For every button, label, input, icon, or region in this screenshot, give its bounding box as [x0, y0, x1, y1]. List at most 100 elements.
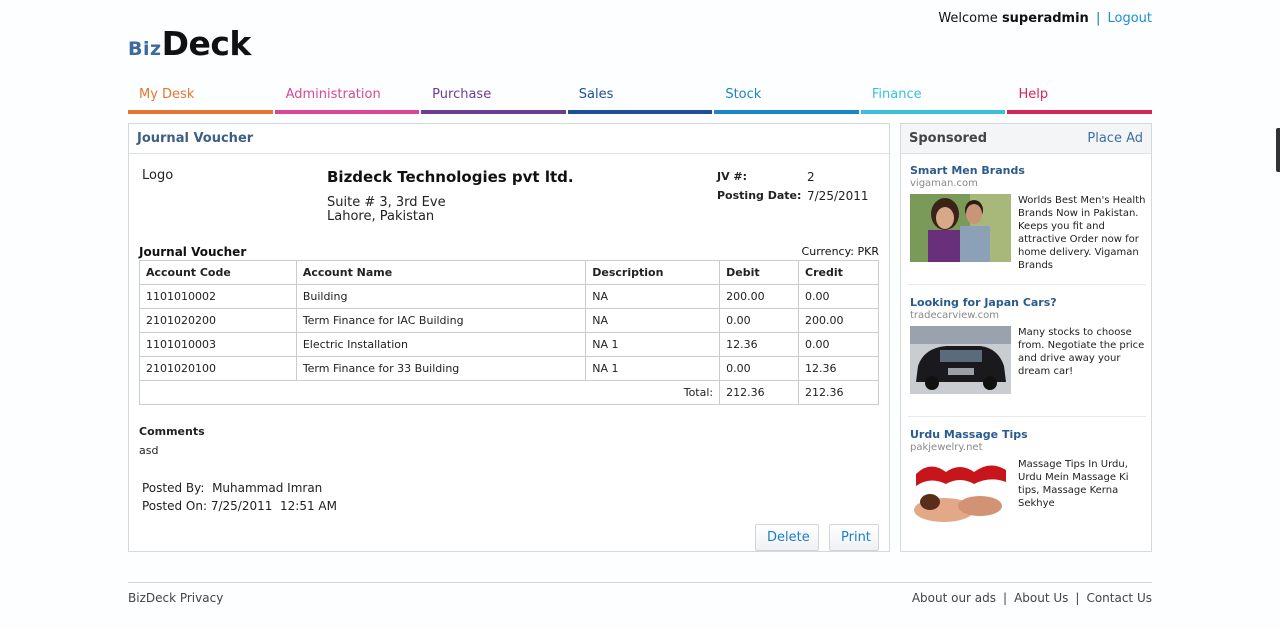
jv-number-label: JV #:: [717, 170, 748, 183]
nav-label: My Desk: [139, 87, 195, 102]
company-logo-placeholder: Logo: [142, 168, 174, 183]
separator: |: [1095, 11, 1101, 26]
nav-tab-stock[interactable]: Stock: [714, 84, 859, 114]
sponsored-header: Sponsored Place Ad: [901, 124, 1151, 154]
nav-tab-sales[interactable]: Sales: [567, 84, 713, 114]
posted-by-value: Muhammad Imran: [212, 481, 323, 495]
debit-cell: 200.00: [719, 284, 800, 309]
total-credit: 212.36: [798, 380, 879, 405]
logout-link[interactable]: Logout: [1107, 11, 1152, 26]
credit-cell: 200.00: [798, 308, 879, 333]
about-us-link[interactable]: About Us: [1014, 591, 1068, 605]
print-button[interactable]: Print: [829, 524, 879, 551]
section-title: Journal Voucher: [139, 245, 247, 259]
account-name-cell: Building: [295, 284, 587, 309]
ad-title[interactable]: Smart Men Brands: [910, 164, 1146, 177]
posted-on-value: 7/25/2011 12:51 AM: [210, 499, 337, 513]
nav-label: Sales: [578, 87, 614, 102]
account-code-cell: 1101010002: [139, 284, 297, 309]
bizdeck-logo[interactable]: BizDeck: [128, 24, 251, 63]
table-row: 1101010002 Building NA 200.00 0.00: [139, 284, 879, 309]
ad-domain: pakjewelry.net: [910, 442, 983, 453]
account-code-cell: 2101020200: [139, 308, 297, 333]
footer-separator: |: [1075, 591, 1080, 605]
nav-underline: [274, 110, 420, 114]
welcome-text: Welcome: [938, 11, 998, 26]
contact-us-link[interactable]: Contact Us: [1086, 591, 1152, 605]
nav-label: Help: [1018, 87, 1049, 102]
nav-tab-my-desk[interactable]: My Desk: [128, 84, 273, 114]
description-cell: NA: [585, 308, 721, 333]
currency-label: Currency: PKR: [801, 245, 879, 258]
debit-cell: 0.00: [719, 308, 800, 333]
place-ad-link[interactable]: Place Ad: [1087, 131, 1143, 153]
table-row: 2101020200 Term Finance for IAC Building…: [139, 308, 879, 333]
column-header: Description: [585, 260, 721, 285]
nav-label: Stock: [725, 87, 762, 102]
sponsored-title: Sponsored: [909, 131, 988, 146]
description-cell: NA 1: [585, 356, 721, 381]
posted-on-label: Posted On:: [142, 499, 208, 513]
posting-date-label: Posting Date:: [717, 189, 802, 202]
logo-biz: Biz: [128, 38, 162, 60]
username: superadmin: [1001, 11, 1089, 26]
ad-item[interactable]: Looking for Japan Cars? tradecarview.com…: [910, 296, 1146, 394]
comments-value: asd: [139, 444, 159, 457]
nav-underline: [714, 110, 859, 114]
total-row: Total: 212.36 212.36: [138, 380, 879, 405]
column-header: Account Code: [139, 260, 297, 285]
ad-domain: tradecarview.com: [910, 310, 1000, 321]
about-ads-link[interactable]: About our ads: [912, 591, 996, 605]
journal-table: Account Code Account Name Description De…: [138, 260, 879, 405]
credit-cell: 0.00: [798, 284, 879, 309]
delete-button[interactable]: Delete: [755, 524, 819, 551]
nav-tab-help[interactable]: Help: [1007, 84, 1153, 114]
account-name-cell: Term Finance for 33 Building: [295, 356, 587, 381]
nav-underline: [567, 110, 713, 114]
nav-underline: [421, 110, 566, 114]
column-header: Account Name: [295, 260, 587, 285]
total-label: Total:: [138, 380, 721, 405]
company-address-line2: Lahore, Pakistan: [327, 209, 435, 224]
ad-title[interactable]: Looking for Japan Cars?: [910, 296, 1146, 309]
user-greeting: Welcome superadmin | Logout: [938, 11, 1152, 26]
nav-underline: [860, 110, 1006, 114]
ad-item[interactable]: Smart Men Brands vigaman.com Worlds Best…: [910, 164, 1146, 272]
nav-tab-administration[interactable]: Administration: [274, 84, 420, 114]
footer-links: About our ads | About Us | Contact Us: [912, 591, 1152, 605]
description-cell: NA 1: [585, 332, 721, 357]
table-row: 2101020100 Term Finance for 33 Building …: [139, 356, 879, 381]
credit-cell: 12.36: [798, 356, 879, 381]
ad-item[interactable]: Urdu Massage Tips pakjewelry.net Massage…: [910, 428, 1146, 526]
ad-text: Many stocks to choose from. Negotiate th…: [1018, 327, 1145, 377]
main-nav: My Desk Administration Purchase Sales St…: [128, 84, 1153, 114]
nav-label: Finance: [871, 87, 922, 102]
scrollbar-handle[interactable]: [1276, 128, 1280, 172]
nav-label: Purchase: [432, 87, 492, 102]
debit-cell: 12.36: [719, 332, 800, 357]
ad-domain: vigaman.com: [910, 178, 978, 189]
ad-image-car[interactable]: [910, 326, 1011, 394]
account-name-cell: Term Finance for IAC Building: [295, 308, 587, 333]
company-address-line1: Suite # 3, 3rd Eve: [327, 195, 446, 210]
ad-title[interactable]: Urdu Massage Tips: [910, 428, 1146, 441]
footer-privacy-link[interactable]: BizDeck Privacy: [128, 591, 223, 605]
ad-image-couple[interactable]: [910, 194, 1011, 262]
nav-tab-finance[interactable]: Finance: [860, 84, 1006, 114]
jv-number-value: 2: [807, 170, 815, 184]
total-debit: 212.36: [719, 380, 800, 405]
account-code-cell: 2101020100: [139, 356, 297, 381]
ad-text: Worlds Best Men's Health Brands Now in P…: [1018, 195, 1146, 271]
nav-tab-purchase[interactable]: Purchase: [421, 84, 566, 114]
logo-deck: Deck: [161, 24, 252, 63]
description-cell: NA: [585, 284, 721, 309]
table-row: 1101010003 Electric Installation NA 1 12…: [139, 332, 879, 357]
footer-separator: |: [1003, 591, 1008, 605]
footer-divider: [128, 582, 1152, 583]
company-name: Bizdeck Technologies pvt ltd.: [327, 168, 574, 186]
ad-divider: [908, 416, 1146, 417]
ad-image-massage[interactable]: [910, 458, 1011, 526]
ad-text: Massage Tips In Urdu, Urdu Mein Massage …: [1018, 459, 1129, 509]
posting-date-value: 7/25/2011: [807, 189, 869, 203]
posted-info: Posted By: Muhammad Imran Posted On: 7/2…: [142, 479, 337, 515]
